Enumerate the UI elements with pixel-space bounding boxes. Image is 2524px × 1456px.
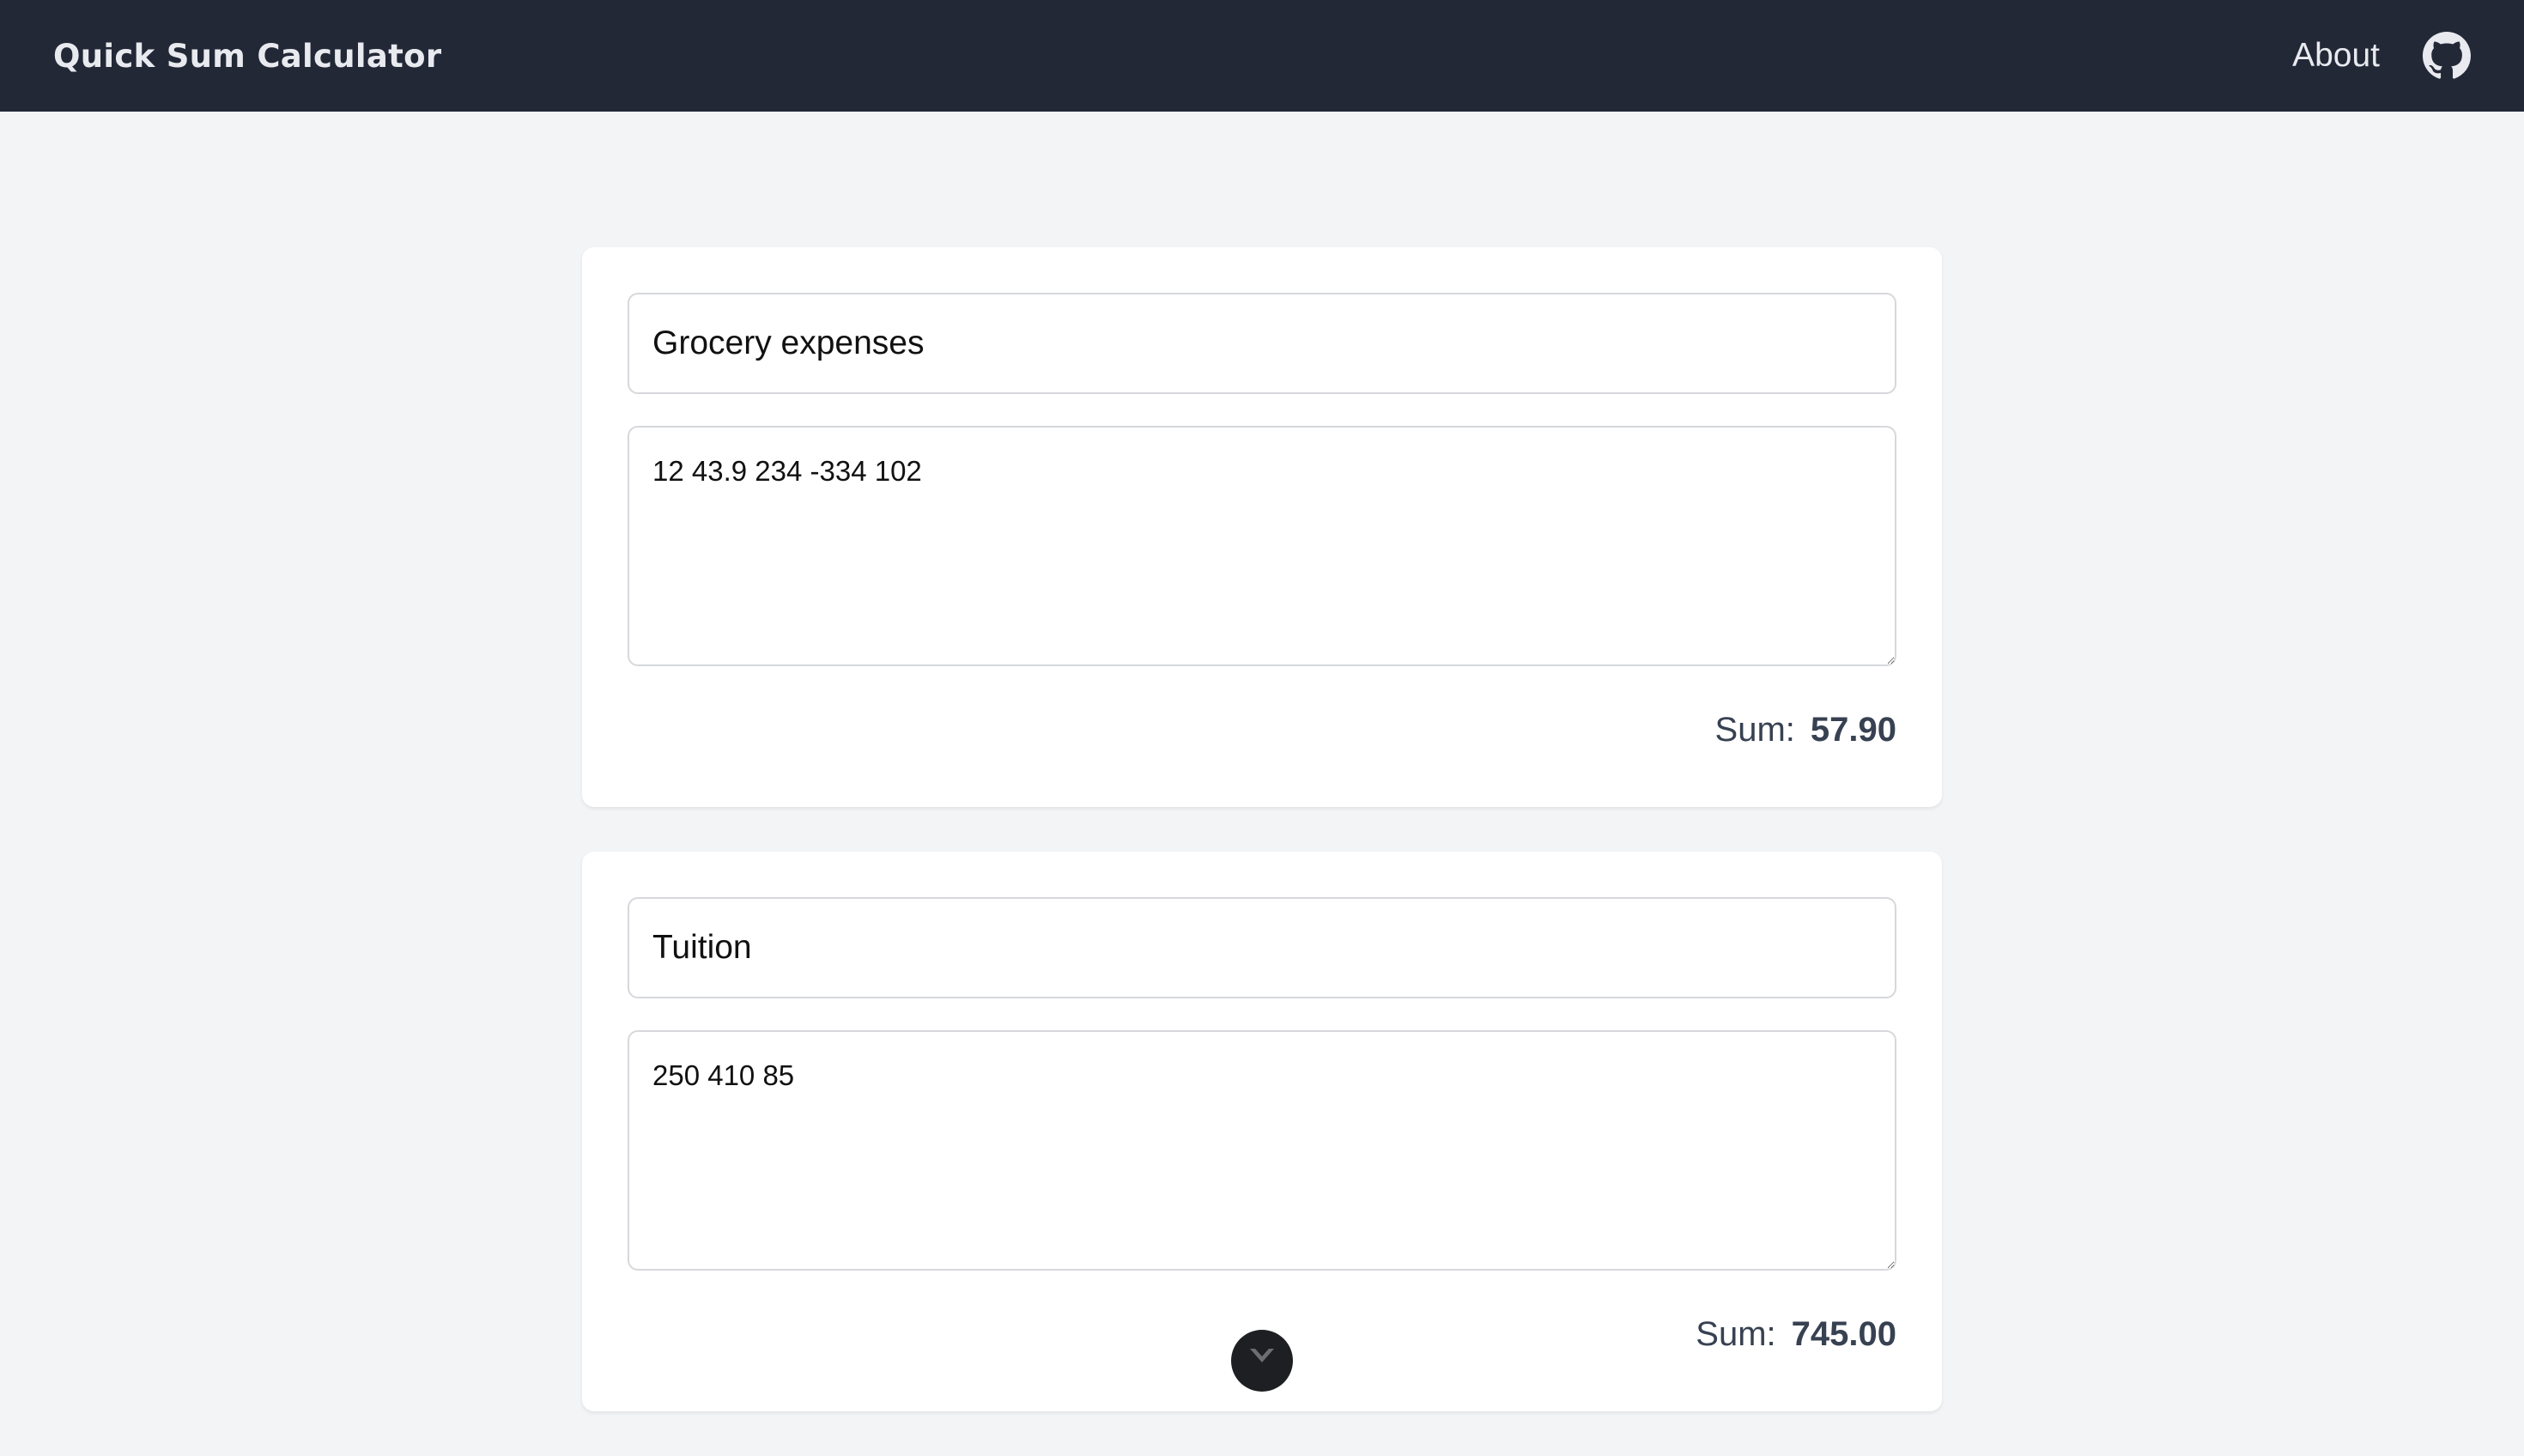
calculator-card-tuition: 250 410 85 Sum: 745.00 <box>582 852 1942 1411</box>
github-icon[interactable] <box>2423 32 2471 80</box>
card-title-input[interactable] <box>628 293 1896 394</box>
chevron-down-icon <box>1250 1349 1274 1362</box>
calculator-list: 12 43.9 234 -334 102 Sum: 57.90 250 410 … <box>582 247 1942 1456</box>
sum-value: 57.90 <box>1810 711 1896 749</box>
navbar: Quick Sum Calculator About <box>0 0 2524 112</box>
scroll-down-button[interactable] <box>1231 1330 1293 1392</box>
nav-right: About <box>2292 32 2471 80</box>
card-title-input[interactable] <box>628 897 1896 998</box>
calculator-card-grocery: 12 43.9 234 -334 102 Sum: 57.90 <box>582 247 1942 807</box>
sum-row: Sum: 57.90 <box>628 711 1896 749</box>
numbers-textarea[interactable]: 12 43.9 234 -334 102 <box>628 426 1896 666</box>
numbers-textarea[interactable]: 250 410 85 <box>628 1030 1896 1271</box>
sum-label: Sum: <box>1696 1315 1776 1353</box>
sum-value: 745.00 <box>1791 1315 1896 1353</box>
about-link[interactable]: About <box>2292 37 2380 75</box>
brand-title[interactable]: Quick Sum Calculator <box>53 38 441 75</box>
sum-label: Sum: <box>1714 711 1795 749</box>
